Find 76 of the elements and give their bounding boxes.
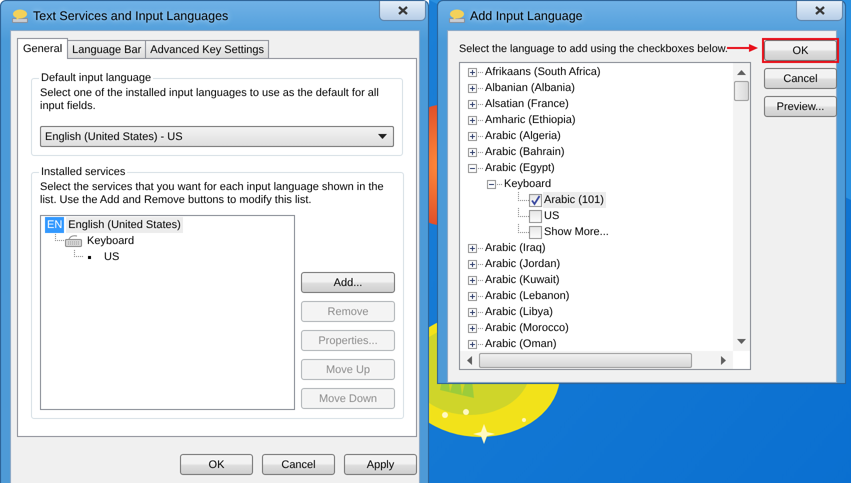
tab[interactable]: Advanced Key Settings — [145, 40, 270, 58]
arrow — [727, 43, 759, 53]
checkmark-icon — [530, 194, 541, 206]
tree-item[interactable]: Albanian (Albania) — [484, 80, 577, 96]
expand-icon[interactable] — [468, 68, 477, 76]
expand-icon[interactable] — [468, 84, 477, 92]
caret-icon — [378, 134, 387, 139]
expand-icon[interactable] — [468, 276, 477, 284]
expand-icon[interactable] — [468, 116, 477, 124]
tree-item[interactable]: Arabic (Iraq) — [484, 240, 548, 256]
dialog-button[interactable]: Apply — [344, 454, 417, 475]
tree-item[interactable]: Arabic (Egypt) — [484, 160, 557, 176]
expand-icon[interactable] — [468, 340, 477, 348]
close-button[interactable] — [796, 1, 843, 21]
collapse-icon[interactable] — [468, 164, 477, 172]
dialog-button[interactable]: Cancel — [764, 68, 837, 89]
scroll-right-icon[interactable] — [721, 356, 726, 364]
action-button[interactable]: Add... — [301, 272, 395, 293]
horizontal-scrollbar[interactable] — [460, 351, 733, 369]
keyboard-icon — [11, 8, 29, 24]
expand-icon[interactable] — [468, 148, 477, 156]
tree-item[interactable]: Arabic (Kuwait) — [484, 272, 562, 288]
description-text: Select one of the installed input languages to use as the default for all input fields. — [40, 87, 380, 113]
dialog-button[interactable]: Preview... — [764, 96, 837, 117]
close-icon — [814, 6, 824, 15]
expand-icon[interactable] — [468, 260, 477, 268]
window-title: Add Input Language — [470, 8, 583, 22]
expand-icon[interactable] — [468, 308, 477, 316]
collapse-icon[interactable] — [487, 180, 496, 188]
tree-item[interactable]: US — [102, 249, 122, 265]
tree-item[interactable]: Afrikaans (South Africa) — [484, 64, 603, 80]
expand-icon[interactable] — [468, 244, 477, 252]
group-label: Installed services — [40, 166, 126, 178]
scroll-thumb[interactable] — [479, 352, 692, 368]
dialog-button[interactable]: Cancel — [262, 454, 335, 475]
tree-item[interactable]: Arabic (Libya) — [484, 304, 555, 320]
close-icon — [398, 6, 408, 15]
dialog-button[interactable]: OK — [180, 454, 253, 475]
tree-item[interactable]: Arabic (Oman) — [484, 336, 559, 351]
tree-item[interactable]: Keyboard — [85, 233, 136, 249]
scroll-left-icon[interactable] — [467, 356, 472, 364]
language-badge: EN — [45, 217, 64, 233]
expand-icon[interactable] — [468, 324, 477, 332]
scroll-down-icon[interactable] — [737, 339, 746, 344]
tree-item[interactable]: Alsatian (France) — [484, 96, 571, 112]
vertical-scrollbar[interactable] — [733, 63, 750, 351]
tree-item[interactable]: Arabic (Algeria) — [484, 128, 563, 144]
tree-item[interactable]: Amharic (Ethiopia) — [484, 112, 578, 128]
instruction-text: Select the language to add using the checkboxes below. — [459, 42, 729, 57]
tree-item[interactable]: English (United States) — [66, 217, 183, 233]
language-dropdown[interactable]: English (United States) - US — [40, 126, 394, 147]
expand-icon[interactable] — [468, 292, 477, 300]
tab[interactable]: General — [17, 38, 68, 59]
tree-item[interactable]: Keyboard — [503, 176, 554, 192]
tree-item[interactable]: US — [543, 208, 562, 224]
tree-item[interactable]: Show More... — [543, 224, 611, 240]
expand-icon[interactable] — [468, 100, 477, 108]
tree-item[interactable]: Arabic (Bahrain) — [484, 144, 566, 160]
checkbox[interactable] — [529, 194, 542, 206]
window-title: Text Services and Input Languages — [33, 8, 228, 22]
bullet-icon — [88, 256, 91, 258]
tree-item[interactable]: Arabic (Lebanon) — [484, 288, 572, 304]
scroll-thumb[interactable] — [734, 81, 749, 101]
keyboard-icon — [448, 8, 466, 24]
checkbox[interactable] — [529, 226, 542, 238]
tree-item[interactable]: Arabic (101) — [543, 192, 606, 208]
scroll-up-icon[interactable] — [737, 70, 746, 75]
dialog-button[interactable]: OK — [764, 40, 837, 61]
expand-icon[interactable] — [468, 132, 477, 140]
close-button[interactable] — [379, 1, 426, 21]
group-label: Default input language — [40, 72, 152, 84]
description-text: Select the services that you want for each input language shown in the list. Use the Add and Remove buttons to modify this list. — [40, 181, 385, 207]
checkbox[interactable] — [529, 210, 542, 222]
tab[interactable]: Language Bar — [67, 40, 146, 58]
tree-item[interactable]: Arabic (Jordan) — [484, 256, 562, 272]
tree-item[interactable]: Arabic (Morocco) — [484, 320, 571, 336]
